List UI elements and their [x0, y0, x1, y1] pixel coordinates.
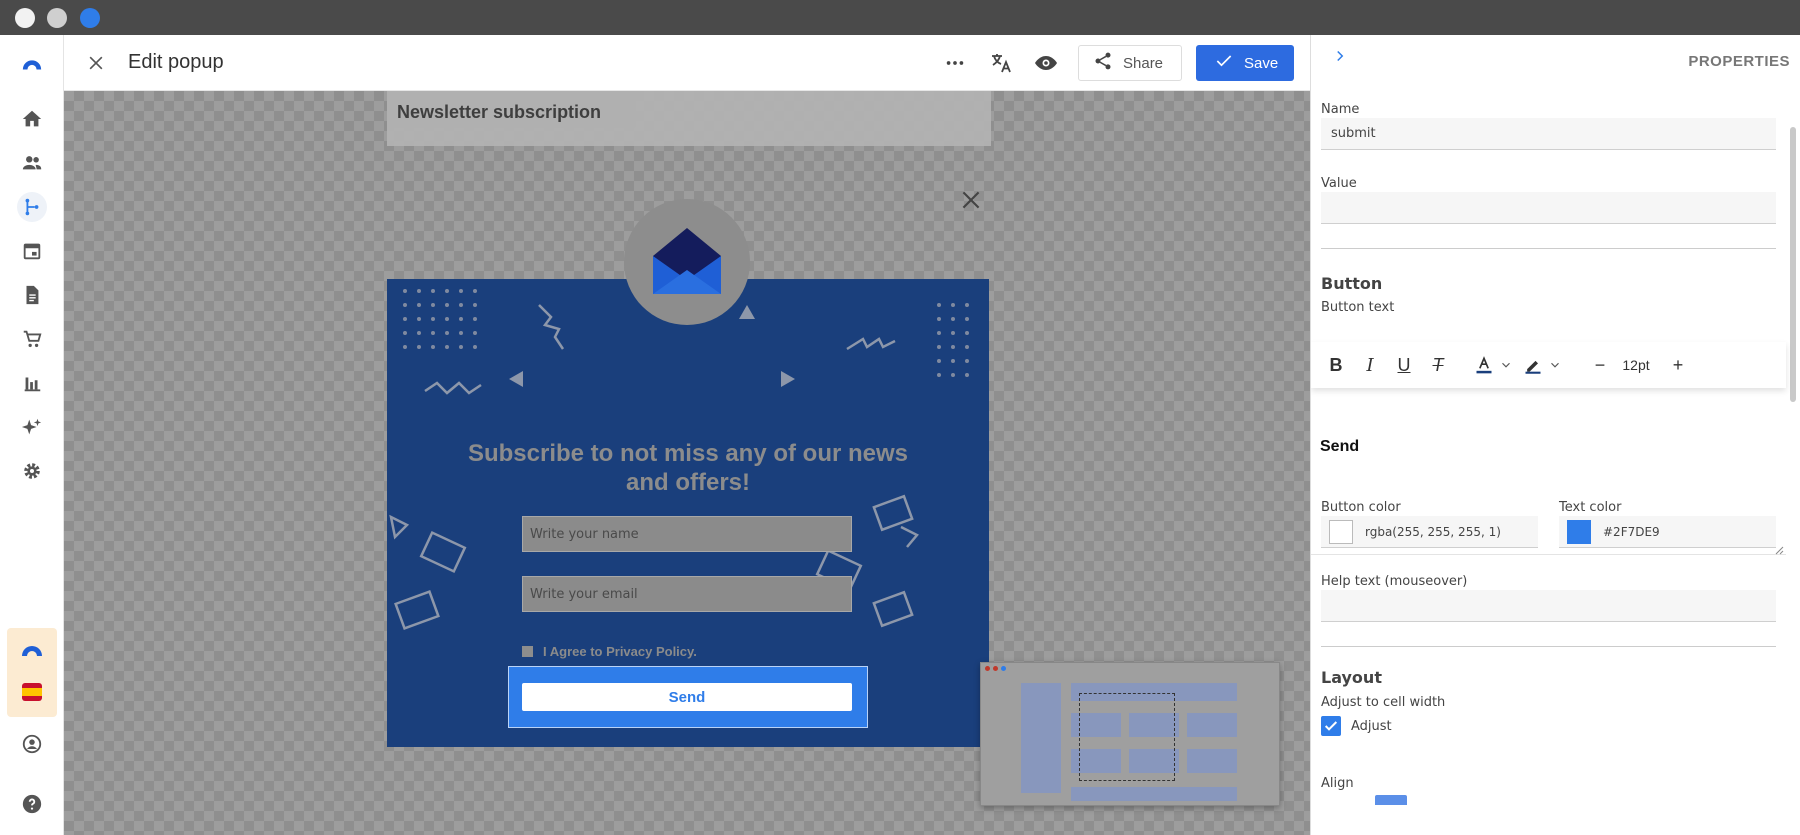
envelope-badge	[624, 199, 750, 325]
minimap-block	[1187, 749, 1237, 773]
chevron-down-icon[interactable]	[1495, 354, 1517, 376]
help-text-field[interactable]	[1321, 590, 1776, 622]
gear-icon[interactable]	[17, 456, 47, 486]
privacy-agree[interactable]: I Agree to Privacy Policy.	[522, 644, 697, 659]
left-nav-rail	[0, 35, 64, 835]
privacy-checkbox[interactable]	[522, 646, 533, 657]
sparkle-icon[interactable]	[17, 412, 47, 442]
chevron-right-icon[interactable]	[1331, 47, 1349, 70]
share-button[interactable]: Share	[1078, 45, 1182, 81]
canvas-minimap[interactable]	[980, 662, 1280, 806]
panel-scrollbar[interactable]	[1790, 127, 1796, 402]
font-size-increase-button[interactable]: +	[1667, 354, 1689, 376]
minimap-viewport[interactable]	[1079, 693, 1175, 781]
popup-close-icon[interactable]	[958, 187, 984, 213]
more-icon[interactable]	[940, 48, 970, 78]
brand-logo-icon	[20, 642, 44, 658]
button-color-value: rgba(255, 255, 255, 1)	[1365, 524, 1501, 539]
button-text-content: Send	[1320, 438, 1360, 455]
divider	[1321, 646, 1776, 647]
button-text-label: Button text	[1321, 300, 1395, 315]
help-text-label: Help text (mouseover)	[1321, 574, 1468, 589]
brand-switcher[interactable]	[7, 628, 57, 717]
text-color-field[interactable]: #2F7DE9	[1559, 516, 1776, 548]
window-titlebar	[0, 0, 1800, 35]
adjust-checkbox-row[interactable]: Adjust	[1321, 716, 1392, 736]
button-section-title: Button	[1321, 274, 1383, 293]
text-color-value: #2F7DE9	[1603, 524, 1660, 539]
automation-icon[interactable]	[17, 192, 47, 222]
privacy-label: I Agree to Privacy Policy.	[543, 644, 697, 659]
save-label: Save	[1244, 54, 1279, 72]
font-size-value[interactable]: 12pt	[1610, 354, 1662, 376]
clear-format-button[interactable]: T	[1427, 354, 1449, 376]
editor-toolbar: Edit popup Share Save	[64, 35, 1310, 91]
account-icon[interactable]	[17, 729, 47, 759]
adjust-checkbox-label: Adjust	[1351, 718, 1392, 734]
contacts-icon[interactable]	[17, 148, 47, 178]
editor-canvas[interactable]: Newsletter subscription Subscribe to not…	[64, 91, 1310, 835]
name-label: Name	[1321, 102, 1360, 117]
button-color-label: Button color	[1321, 500, 1401, 515]
popup-headline: Subscribe to not miss any of our news an…	[467, 440, 909, 496]
bold-button[interactable]: B	[1325, 354, 1347, 376]
window-close-dot[interactable]	[15, 8, 35, 28]
italic-button[interactable]: I	[1359, 354, 1381, 376]
value-field[interactable]	[1321, 192, 1776, 224]
minimap-block	[1021, 683, 1061, 793]
send-button[interactable]: Send	[522, 683, 852, 711]
spain-flag-icon	[22, 683, 42, 701]
cart-icon[interactable]	[17, 324, 47, 354]
align-option-button[interactable]	[1375, 795, 1407, 805]
adjust-checkbox[interactable]	[1321, 716, 1341, 736]
rich-text-toolbar: B I U T − 12pt +	[1311, 342, 1786, 388]
window-minimize-dot[interactable]	[47, 8, 67, 28]
font-size-decrease-button[interactable]: −	[1589, 354, 1611, 376]
close-icon[interactable]	[81, 48, 111, 78]
name-input[interactable]: Write your name	[522, 516, 852, 552]
name-field[interactable]: submit	[1321, 118, 1776, 150]
document-icon[interactable]	[17, 280, 47, 310]
home-icon[interactable]	[17, 104, 47, 134]
minimap-block	[1071, 787, 1237, 801]
layout-section-title: Layout	[1321, 668, 1382, 687]
bar-chart-icon[interactable]	[17, 368, 47, 398]
text-color-icon[interactable]	[1473, 354, 1495, 376]
underline-button[interactable]: U	[1393, 354, 1415, 376]
app-window: Edit popup Share Save Newsletter subscri…	[0, 35, 1800, 835]
preview-eye-icon[interactable]	[1031, 48, 1061, 78]
highlight-icon[interactable]	[1522, 354, 1544, 376]
share-label: Share	[1123, 54, 1164, 72]
minimap-dots	[985, 666, 1006, 671]
logo-icon[interactable]	[17, 49, 47, 79]
save-button[interactable]: Save	[1196, 45, 1294, 81]
text-color-label: Text color	[1559, 500, 1622, 515]
help-icon[interactable]	[17, 789, 47, 819]
chevron-down-icon[interactable]	[1544, 354, 1566, 376]
divider	[1321, 248, 1776, 249]
value-label: Value	[1321, 176, 1357, 191]
properties-panel: PROPERTIES Name submit Value Button Butt…	[1310, 35, 1800, 835]
document-title: Newsletter subscription	[397, 102, 602, 122]
adjust-label: Adjust to cell width	[1321, 695, 1446, 710]
document-header: Newsletter subscription	[387, 91, 991, 146]
calendar-icon[interactable]	[17, 236, 47, 266]
email-input[interactable]: Write your email	[522, 576, 852, 612]
text-color-swatch[interactable]	[1567, 519, 1591, 544]
minimap-block	[1187, 713, 1237, 737]
align-label: Align	[1321, 776, 1354, 791]
translate-icon[interactable]	[986, 48, 1016, 78]
share-icon	[1093, 51, 1113, 75]
envelope-icon	[653, 228, 721, 294]
check-icon	[1214, 51, 1234, 75]
editor-title: Edit popup	[128, 51, 224, 73]
send-button-selection[interactable]: Send	[508, 666, 868, 728]
popup-container[interactable]: Subscribe to not miss any of our news an…	[387, 279, 989, 747]
window-zoom-dot[interactable]	[80, 8, 100, 28]
properties-title: PROPERTIES	[1688, 53, 1790, 70]
button-color-field[interactable]: rgba(255, 255, 255, 1)	[1321, 516, 1538, 548]
button-color-swatch[interactable]	[1329, 519, 1353, 544]
